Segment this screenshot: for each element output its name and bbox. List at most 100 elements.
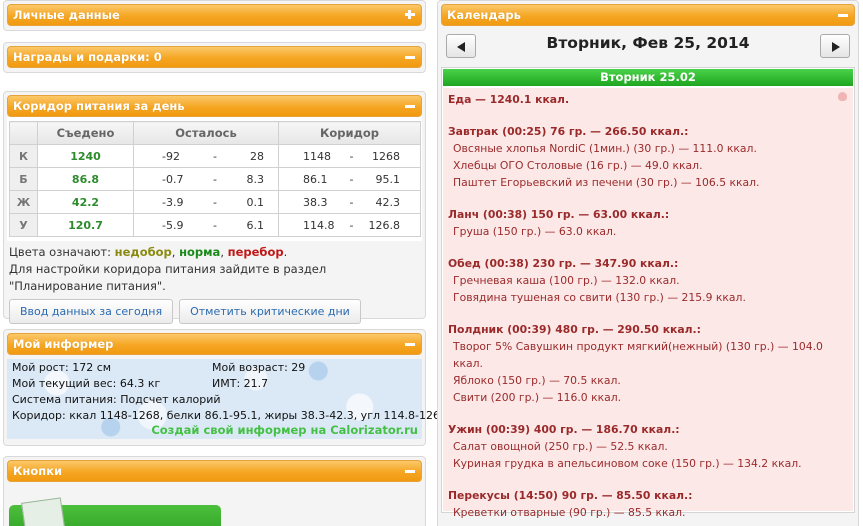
calendar-nav: Вторник, Фев 25, 2014 [441,32,855,64]
table-row: Б 86.8 -0.7 - 8.3 86.1 - 95.1 [9,167,421,191]
corridor-buttons: Ввод данных за сегодня Отметить критичес… [7,295,422,326]
range-dash: - [212,149,217,163]
informer-bmi: ИМТ: 21.7 [212,377,269,390]
corridor-from: 1148 [303,149,331,163]
corridor-title: Коридор питания за день [13,99,185,113]
calendar-panel: Календарь Вторник, Фев 25, 2014 Вторник … [437,0,859,526]
informer-header[interactable]: Мой информер [7,333,422,355]
meal-item: Говядина тушеная со свити (130 гр.) — 21… [453,291,746,304]
corridor-range: 86.1 - 95.1 [278,167,421,191]
meal-title: Ланч (00:38) 150 гр. — 63.00 ккал.: [448,208,670,221]
corridor-to: 95.1 [375,172,400,186]
calendar-header[interactable]: Календарь [441,4,855,26]
awards-header[interactable]: Награды и подарки: 0 [7,46,422,68]
remaining-from: -3.9 [162,195,184,209]
meal-item: Паштет Егорьевский из печени (30 гр.) — … [453,176,760,189]
meal-title: Обед (00:38) 230 гр. — 347.90 ккал.: [448,257,679,270]
eaten-value: 1240 [37,144,134,168]
collapse-icon[interactable] [404,465,416,477]
informer-corridor: Коридор: ккал 1148-1268, белки 86.1-95.1… [12,409,451,422]
meal-item: Овсяные хлопья NordiC (1мин.) (30 гр.) —… [453,142,757,155]
eaten-value: 86.8 [37,167,134,191]
legend-prefix: Цвета означают: [9,245,115,259]
collapse-icon[interactable] [404,100,416,112]
row-label: К [9,144,38,168]
row-label: У [9,213,38,237]
personal-data-title: Личные данные [13,8,120,22]
meal-item: Куриная грудка в апельсиновом соке (150 … [453,457,802,470]
meal-item: Творог 5% Савушкин продукт мягкий(нежный… [453,340,823,370]
mark-critical-days-button[interactable]: Отметить критические дни [179,299,361,324]
meal-item: Свити (200 гр.) — 116.0 ккал. [453,391,622,404]
corridor-range: 1148 - 1268 [278,144,421,168]
table-row: Ж 42.2 -3.9 - 0.1 38.3 - 42.3 [9,190,421,214]
awards-title: Награды и подарки: 0 [13,50,162,64]
personal-data-header[interactable]: Личные данные [7,4,422,26]
day-content: Еда — 1240.1 ккал. Завтрак (00:25) 76 гр… [443,88,853,519]
remaining-from: -5.9 [162,218,184,232]
legend-under: недобор [114,245,172,259]
day-box: Вторник 25.02 Еда — 1240.1 ккал. Завтрак… [441,67,855,519]
collapse-icon[interactable] [837,9,849,21]
calendar-date: Вторник, Фев 25, 2014 [546,34,750,52]
meal-block: Ланч (00:38) 150 гр. — 63.00 ккал.: Груш… [448,206,848,240]
informer-height: Мой рост: 172 см [12,361,112,374]
eaten-value: 42.2 [37,190,134,214]
range-dash: - [212,172,217,186]
informer-system: Система питания: Подсчет калорий [12,393,221,406]
informer-title: Мой информер [13,337,114,351]
range-dash: - [349,149,354,163]
buttons-header[interactable]: Кнопки [7,460,422,482]
informer-age: Мой возраст: 29 [212,361,306,374]
remaining-range: -0.7 - 8.3 [133,167,279,191]
legend-norm: норма [179,245,221,259]
corridor-table: Съедено Осталось Коридор К 1240 -92 - 28 1… [9,121,421,237]
remaining-to: 8.3 [246,172,264,186]
table-row: У 120.7 -5.9-6.1 114.8-126.8 [9,213,421,237]
remaining-to: 6.1 [246,218,264,232]
remaining-from: -92 [162,149,180,163]
table-header-cell: Съедено [37,121,134,145]
meal-block: Завтрак (00:25) 76 гр. — 266.50 ккал.: О… [448,123,848,191]
range-dash: - [212,218,217,232]
hand-icon[interactable] [838,92,847,101]
meal-item: Гречневая каша (100 гр.) — 132.0 ккал. [453,274,680,287]
corridor-to: 42.3 [375,195,400,209]
corridor-hint: Для настройки коридора питания зайдите в… [9,262,327,293]
corridor-panel: Коридор питания за день Съедено Осталось… [3,91,426,324]
buttons-title: Кнопки [13,464,63,478]
corridor-to: 1268 [371,149,400,163]
collapse-icon[interactable] [404,338,416,350]
corridor-to: 126.8 [368,218,400,232]
next-day-button[interactable] [820,34,850,58]
corridor-from: 114.8 [303,218,335,232]
meal-title: Полдник (00:39) 480 гр. — 290.50 ккал.: [448,323,701,336]
remaining-to: 28 [249,149,264,163]
meal-item: Яблоко (150 гр.) — 70.5 ккал. [453,374,621,387]
day-label: Вторник 25.02 [443,69,853,86]
range-dash: - [212,195,217,209]
color-legend: Цвета означают: недобор, норма, перебор.… [7,241,422,295]
meal-item: Креветки отварные (90 гр.) — 85.5 ккал. [453,506,686,519]
calendar-note-icon [21,497,65,526]
corridor-header[interactable]: Коридор питания за день [7,95,422,117]
expand-icon[interactable] [404,9,416,21]
row-label: Б [9,167,38,191]
collapse-icon[interactable] [404,51,416,63]
meal-block: Перекусы (14:50) 90 гр. — 85.50 ккал.: К… [448,487,848,521]
informer-create-link[interactable]: Создай свой информер на Calorizator.ru [151,423,418,437]
informer-panel: Мой информер Мой рост: 172 см Мой возрас… [3,329,450,446]
corridor-from: 38.3 [303,195,328,209]
row-label: Ж [9,190,38,214]
meal-item: Хлебцы ОГО Столовые (16 гр.) — 49.0 ккал… [453,159,703,172]
meal-block: Полдник (00:39) 480 гр. — 290.50 ккал.: … [448,321,848,406]
remaining-range: -3.9 - 0.1 [133,190,279,214]
legend-end: . [283,245,288,259]
enter-today-button[interactable]: Ввод данных за сегодня [9,299,174,324]
corridor-body: Съедено Осталось Коридор К 1240 -92 - 28 1… [7,117,422,241]
informer-widget[interactable]: Мой рост: 172 см Мой возраст: 29 Мой тек… [7,359,450,439]
range-dash: - [349,218,354,232]
meal-block: Обед (00:38) 230 гр. — 347.90 ккал.: Гре… [448,255,848,306]
range-dash: - [349,172,354,186]
remaining-from: -0.7 [162,172,184,186]
